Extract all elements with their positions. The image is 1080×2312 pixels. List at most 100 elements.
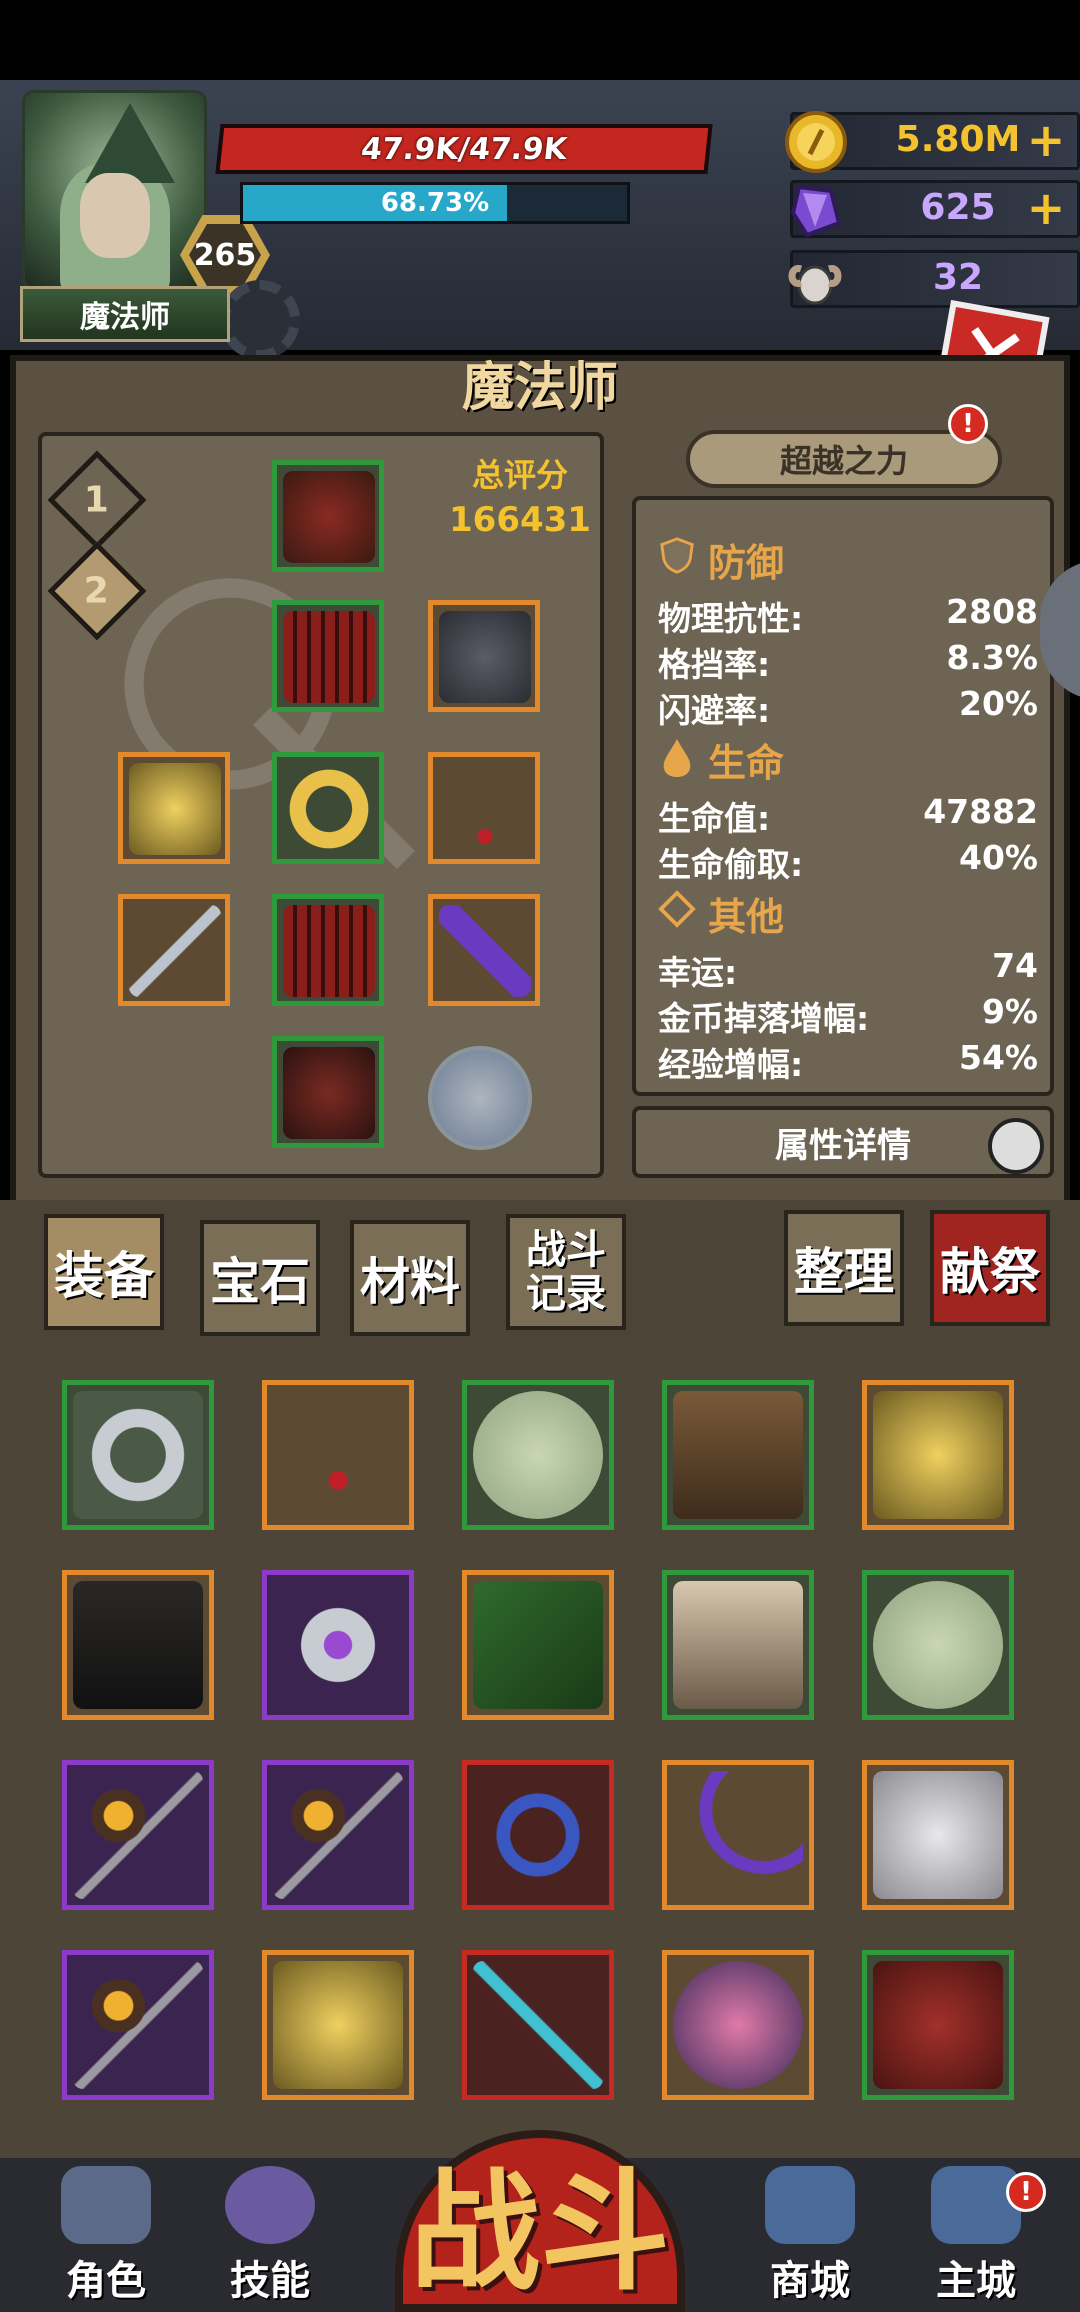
inventory-item[interactable]	[262, 1760, 414, 1910]
axe-item-icon	[129, 905, 221, 997]
other-section-title: 其他	[708, 895, 785, 939]
inventory-item[interactable]	[862, 1950, 1014, 2100]
life-section-title: 生命	[708, 741, 785, 785]
gold-ring-icon	[273, 1961, 403, 2089]
tab-materials[interactable]: 材料	[350, 1220, 470, 1336]
hero-face	[80, 173, 150, 258]
inventory-item[interactable]	[62, 1950, 214, 2100]
bone-greaves-icon	[673, 1581, 803, 1709]
stat-value: 40%	[959, 838, 1038, 877]
hero-class-tag: 魔法师	[20, 286, 230, 342]
helmet-item-icon	[283, 471, 375, 563]
magnifier-icon	[988, 1118, 1044, 1174]
inventory-item[interactable]	[662, 1950, 814, 2100]
nav-main-city-label: 主城	[936, 2258, 1016, 2304]
loadout-tab-1-label: 1	[84, 479, 110, 521]
equip-slot-belt[interactable]	[272, 752, 384, 864]
mana-bar: 68.73%	[240, 182, 630, 224]
defense-section-title: 防御	[708, 541, 785, 585]
inventory-item[interactable]	[462, 1380, 614, 1530]
stat-label: 生命偷取:	[658, 845, 804, 884]
spellbook-icon	[473, 1581, 603, 1709]
inventory-item[interactable]	[662, 1760, 814, 1910]
stat-row: 物理抗性: 2808	[658, 592, 1038, 638]
castle-icon	[931, 2166, 1021, 2244]
total-score-value: 166431	[449, 500, 591, 540]
gold-coin-icon	[785, 111, 847, 173]
add-gold-button[interactable]: +	[1023, 117, 1069, 163]
white-glove-icon	[873, 1771, 1003, 1899]
purple-blade-item-icon	[439, 905, 531, 997]
inventory-item[interactable]	[262, 1570, 414, 1720]
witch-hat-icon	[85, 103, 175, 183]
inventory-item[interactable]	[262, 1380, 414, 1530]
tab-battle-log[interactable]: 战斗记录	[506, 1214, 626, 1330]
necklace-icon	[273, 1391, 403, 1519]
tab-gems[interactable]: 宝石	[200, 1220, 320, 1336]
stat-row: 经验增幅: 54%	[658, 1038, 1038, 1084]
hero-portrait[interactable]	[22, 90, 207, 290]
inventory-item[interactable]	[662, 1570, 814, 1720]
stat-row: 金币掉落增幅: 9%	[658, 992, 1038, 1038]
inventory-item[interactable]	[462, 1950, 614, 2100]
stone-egg-icon	[473, 1391, 603, 1519]
sacrifice-button[interactable]: 献祭	[930, 1210, 1050, 1326]
stat-row: 生命偷取: 40%	[658, 838, 1038, 884]
inventory-item[interactable]	[862, 1570, 1014, 1720]
equip-slot-weapon[interactable]	[118, 894, 230, 1006]
diamond-icon	[658, 890, 696, 928]
transcend-alert-badge: !	[948, 404, 988, 444]
equip-slot-boots[interactable]	[272, 1036, 384, 1148]
inventory-item[interactable]	[862, 1760, 1014, 1910]
hp-text: 47.9K/47.9K	[359, 131, 569, 167]
equip-slot-necklace[interactable]	[428, 752, 540, 864]
equip-slot-legs[interactable]	[272, 894, 384, 1006]
inventory-item[interactable]	[62, 1760, 214, 1910]
crystal-currency: 625 +	[790, 180, 1080, 238]
equip-slot-helmet[interactable]	[272, 460, 384, 572]
equip-slot-armor[interactable]	[272, 600, 384, 712]
stats-panel[interactable]: 防御 物理抗性: 2808 格挡率: 8.3% 闪避率: 20% 生命 生命值: 478…	[632, 496, 1054, 1096]
gold-value: 5.80M	[895, 119, 1021, 160]
inventory-item[interactable]	[62, 1570, 214, 1720]
inventory-item[interactable]	[462, 1570, 614, 1720]
stat-label: 经验增幅:	[658, 1045, 804, 1084]
stat-label: 幸运:	[658, 953, 738, 992]
inventory-item[interactable]	[462, 1760, 614, 1910]
equip-slot-ring[interactable]	[118, 752, 230, 864]
sort-button[interactable]: 整理	[784, 1210, 904, 1326]
nav-shop[interactable]: 商城	[730, 2166, 890, 2306]
morning-star-icon	[73, 1961, 203, 2089]
shield-icon	[660, 537, 694, 574]
stat-label: 生命值:	[658, 799, 771, 838]
nav-shop-label: 商城	[770, 2258, 850, 2304]
equip-slot-shoulder[interactable]	[428, 600, 540, 712]
amethyst-ring-icon	[273, 1581, 403, 1709]
ram-value: 32	[932, 257, 984, 298]
stat-label: 闪避率:	[658, 691, 771, 730]
shield-seal-icon[interactable]	[428, 1046, 532, 1150]
inventory-item[interactable]	[862, 1380, 1014, 1530]
inventory-grid	[0, 1340, 1080, 2160]
stat-value: 54%	[959, 1038, 1038, 1077]
necklace-item-icon	[439, 763, 531, 855]
nav-character-label: 角色	[66, 2258, 146, 2304]
crystal-value: 625	[920, 187, 996, 228]
equip-slot-offhand[interactable]	[428, 894, 540, 1006]
stat-value: 74	[992, 946, 1038, 985]
nav-character[interactable]: 角色	[26, 2166, 186, 2306]
ram-currency: 32	[788, 250, 1080, 308]
nav-skills[interactable]: 技能	[190, 2166, 350, 2306]
character-helmet-icon	[61, 2166, 151, 2244]
stat-value: 20%	[959, 684, 1038, 723]
inventory-item[interactable]	[662, 1380, 814, 1530]
add-crystal-button[interactable]: +	[1023, 185, 1069, 231]
inventory-item[interactable]	[62, 1380, 214, 1530]
stone-egg-icon	[873, 1581, 1003, 1709]
inventory-item[interactable]	[262, 1950, 414, 2100]
attribute-details-button[interactable]: 属性详情	[632, 1106, 1054, 1178]
battle-button[interactable]: 战斗	[395, 2130, 685, 2312]
tab-equipment[interactable]: 装备	[44, 1214, 164, 1330]
stat-label: 金币掉落增幅:	[658, 999, 870, 1038]
flower-shield-icon	[673, 1961, 803, 2089]
